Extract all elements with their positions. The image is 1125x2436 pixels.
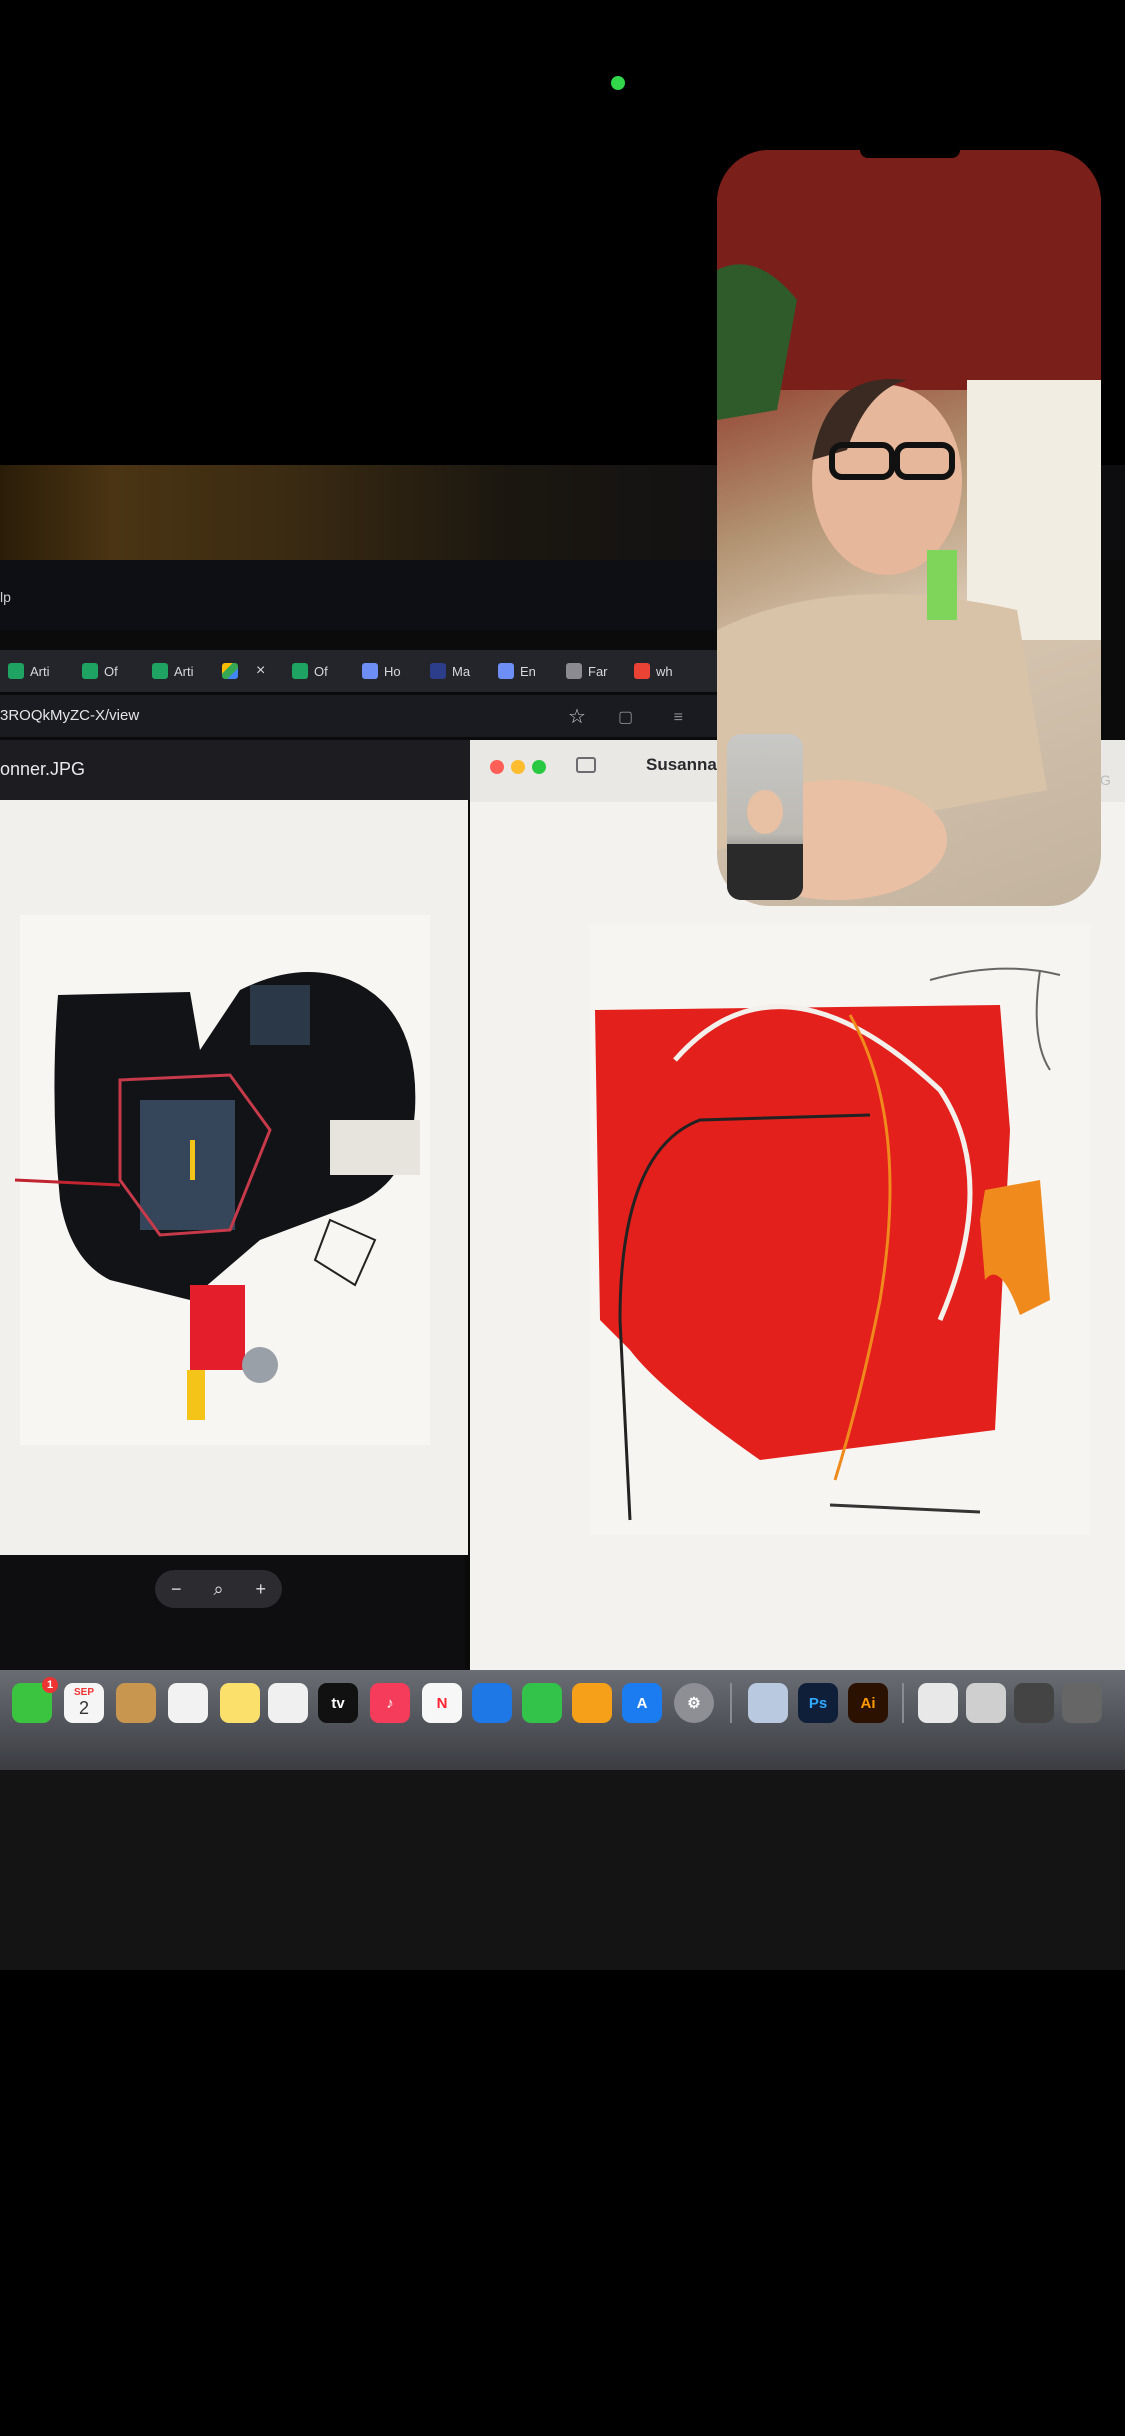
yellow-bar bbox=[187, 1370, 205, 1420]
ca-icon bbox=[498, 663, 514, 679]
minimized-window-thumbnail[interactable] bbox=[966, 1683, 1006, 1723]
freeform-icon[interactable] bbox=[268, 1683, 308, 1723]
bookmark-star-icon[interactable]: ☆ bbox=[568, 704, 586, 729]
url-text[interactable]: 3ROQkMyZC-X/view bbox=[0, 707, 139, 724]
minimized-window-thumbnail[interactable] bbox=[1014, 1683, 1054, 1723]
tab-arti-1[interactable]: Arti bbox=[8, 656, 50, 686]
close-window-button[interactable] bbox=[490, 760, 504, 774]
music-icon[interactable]: ♪ bbox=[370, 1683, 410, 1723]
tab-label: Ma bbox=[452, 663, 471, 679]
photoshop-icon[interactable]: Ps bbox=[798, 1683, 838, 1723]
tab-arti-2[interactable]: Arti bbox=[152, 656, 194, 686]
ps-label: Ps bbox=[808, 1694, 828, 1712]
tab-ma[interactable]: Ma bbox=[430, 656, 470, 686]
app-store-icon[interactable]: A bbox=[622, 1683, 662, 1723]
preview-icon[interactable] bbox=[748, 1683, 788, 1723]
zoom-in-button[interactable]: + bbox=[255, 1579, 266, 1600]
keynote-icon[interactable] bbox=[472, 1683, 512, 1723]
mac-menu-bar bbox=[0, 560, 720, 630]
dock-separator bbox=[902, 1683, 904, 1723]
tab-label: Of bbox=[314, 663, 328, 679]
notification-badge: 1 bbox=[42, 1677, 58, 1693]
sidebar-toggle-icon[interactable] bbox=[576, 757, 596, 773]
gray-circle bbox=[242, 1347, 278, 1383]
sheets-icon bbox=[152, 663, 168, 679]
plant-leaves bbox=[717, 264, 797, 420]
globe-icon bbox=[566, 663, 582, 679]
camera-in-use-indicator bbox=[611, 76, 625, 90]
sheets-icon bbox=[82, 663, 98, 679]
contacts-icon[interactable] bbox=[116, 1683, 156, 1723]
menu-help-label[interactable]: lp bbox=[0, 589, 11, 605]
tv-label: tv bbox=[331, 1694, 345, 1712]
safari-page-title: Susannal bbox=[646, 755, 722, 774]
tab-label: Of bbox=[104, 663, 118, 679]
tab-label: wh bbox=[656, 663, 673, 679]
dock-separator bbox=[730, 1683, 732, 1723]
facetime-self-view[interactable] bbox=[727, 734, 803, 900]
tab-label: Arti bbox=[30, 663, 50, 679]
numbers-icon[interactable] bbox=[522, 1683, 562, 1723]
sheets-icon bbox=[8, 663, 24, 679]
recent-document-icon[interactable] bbox=[918, 1683, 958, 1723]
facetime-top-notch bbox=[860, 150, 960, 158]
red-collage-artwork bbox=[590, 925, 1090, 1535]
window-light bbox=[967, 380, 1101, 640]
tab-wh[interactable]: wh bbox=[634, 656, 673, 686]
minimized-window-thumbnail[interactable] bbox=[1062, 1683, 1102, 1723]
self-view-person bbox=[727, 789, 803, 900]
tab-label: Arti bbox=[174, 663, 194, 679]
facetime-icon[interactable]: 1 bbox=[12, 1677, 58, 1723]
system-settings-icon[interactable]: ⚙ bbox=[674, 1683, 714, 1723]
tab-en[interactable]: En bbox=[498, 656, 536, 686]
reminders-icon[interactable] bbox=[168, 1683, 208, 1723]
ai-label: Ai bbox=[860, 1694, 876, 1712]
mac-dock bbox=[0, 1670, 1125, 1770]
yellow-mark bbox=[190, 1140, 195, 1180]
tab-of-1[interactable]: Of bbox=[82, 656, 118, 686]
self-face bbox=[747, 790, 783, 834]
tab-ho[interactable]: Ho bbox=[362, 656, 401, 686]
tab-far[interactable]: Far bbox=[566, 656, 608, 686]
browser-tab-bar: Arti Of Arti × Of Ho Ma En Far wh bbox=[0, 650, 720, 692]
calendar-month: SEP bbox=[73, 1687, 94, 1698]
close-tab-icon[interactable]: × bbox=[256, 662, 265, 680]
black-collage-artwork bbox=[14, 915, 430, 1445]
blue-panel bbox=[140, 1100, 235, 1230]
news-icon[interactable]: N bbox=[422, 1683, 462, 1723]
white-stripe-patch bbox=[330, 1120, 420, 1175]
illustrator-icon[interactable]: Ai bbox=[848, 1683, 888, 1723]
zoom-controls: − ⌕ + bbox=[155, 1570, 282, 1608]
zoom-window-button[interactable] bbox=[532, 760, 546, 774]
laptop-lower-bezel bbox=[0, 1770, 1125, 1970]
pages-icon[interactable] bbox=[572, 1683, 612, 1723]
sheets-icon bbox=[292, 663, 308, 679]
slash-icon bbox=[430, 663, 446, 679]
calendar-icon[interactable]: SEP 2 bbox=[64, 1683, 104, 1723]
tab-label: Far bbox=[588, 663, 608, 679]
file-title: onner.JPG bbox=[0, 759, 86, 779]
google-icon bbox=[634, 663, 650, 679]
apple-tv-icon[interactable]: tv bbox=[318, 1683, 358, 1723]
zoom-out-button[interactable]: − bbox=[171, 1579, 182, 1600]
tab-drive-active[interactable]: × bbox=[222, 656, 265, 686]
drive-icon bbox=[222, 663, 238, 679]
zoom-magnifier-icon[interactable]: ⌕ bbox=[213, 1579, 223, 1600]
offscreen-label: G bbox=[1100, 772, 1111, 788]
tab-of-2[interactable]: Of bbox=[292, 656, 328, 686]
tab-label: Ho bbox=[384, 663, 401, 679]
blue-square bbox=[250, 985, 310, 1045]
self-shirt bbox=[727, 844, 803, 900]
red-block bbox=[190, 1285, 245, 1370]
tab-label: En bbox=[520, 663, 536, 679]
calendar-day: 2 bbox=[78, 1698, 89, 1718]
green-strap bbox=[927, 550, 957, 620]
globe-icon bbox=[362, 663, 378, 679]
minimize-window-button[interactable] bbox=[511, 760, 525, 774]
notes-icon[interactable] bbox=[220, 1683, 260, 1723]
